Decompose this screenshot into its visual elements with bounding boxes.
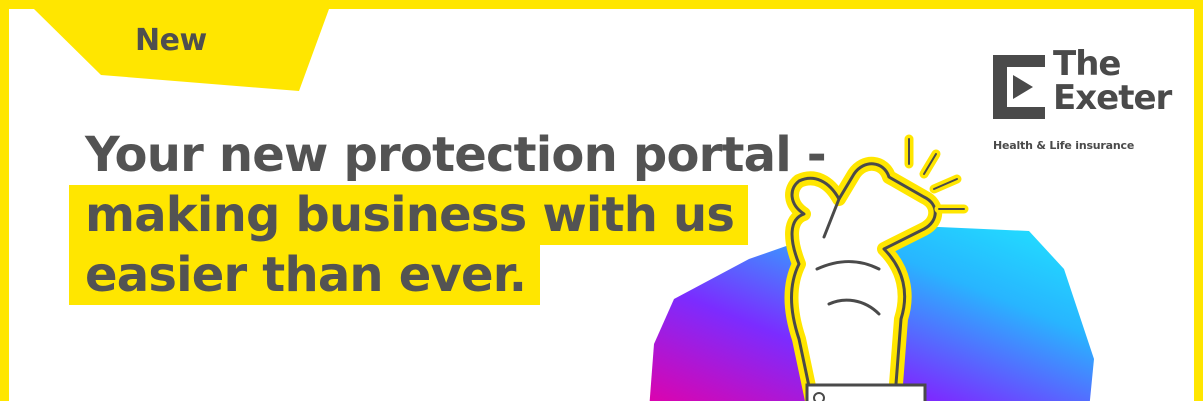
finger-snap-illustration: [649, 134, 1094, 401]
promo-banner[interactable]: New Your new protection portal - making …: [0, 0, 1203, 401]
logo-name: The Exeter: [1053, 44, 1172, 118]
the-exeter-logo-mark: [993, 55, 1045, 119]
new-badge: New: [9, 9, 369, 99]
headline-line-3: easier than ever.: [69, 245, 541, 305]
logo-name-line-2: Exeter: [1053, 78, 1172, 118]
badge-label: New: [135, 23, 207, 58]
logo-name-line-1: The: [1053, 44, 1121, 84]
